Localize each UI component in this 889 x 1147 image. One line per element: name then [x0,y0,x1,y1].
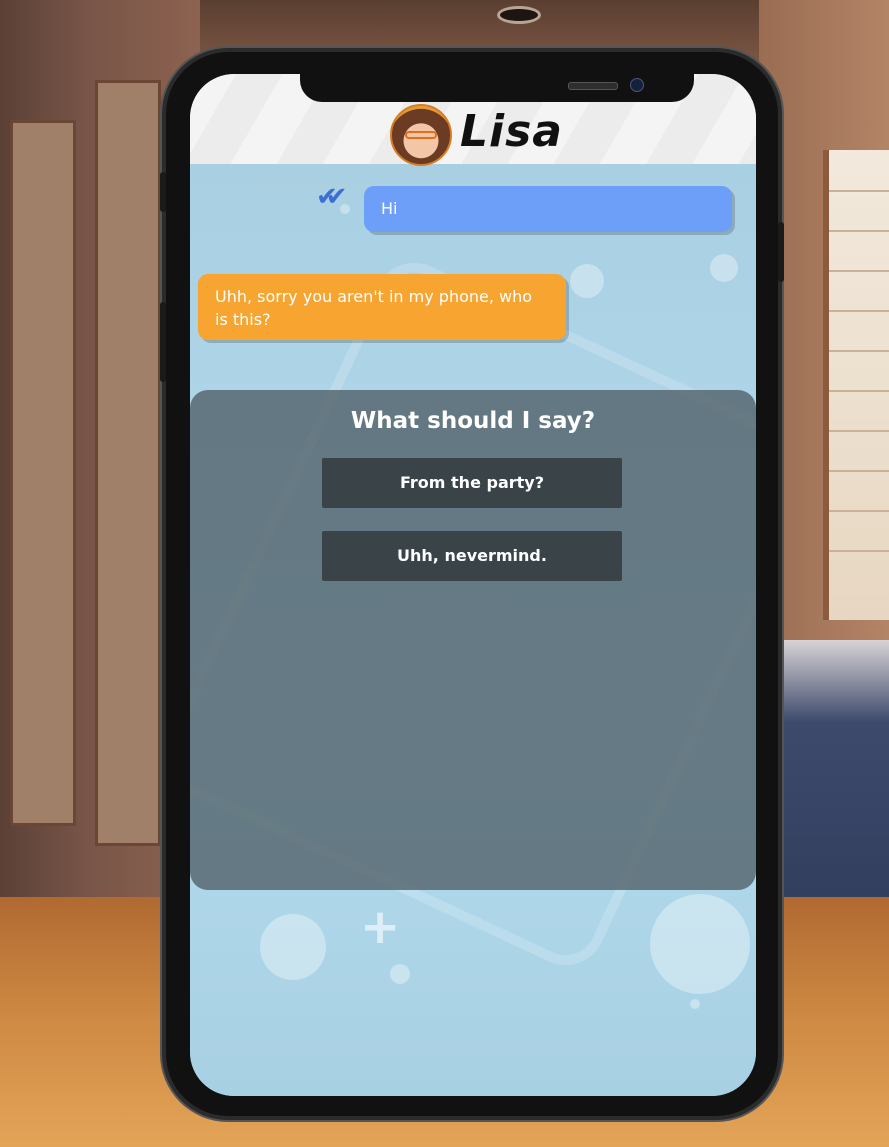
phone-notch [300,74,694,102]
chat-area: + ✔✔ Hi Uhh, sorry you aren't in my phon… [190,164,756,1096]
avatar-glasses [405,131,437,139]
decor-circle [690,999,700,1009]
phone-power-button [778,222,784,282]
choice-prompt: What should I say? [350,408,596,434]
message-text: Hi [381,199,398,218]
contact-name: Lisa [460,106,563,157]
phone-volume-button [160,302,166,382]
decor-circle [260,914,326,980]
phone-volume-button [160,172,166,212]
incoming-message-bubble: Uhh, sorry you aren't in my phone, who i… [198,274,566,340]
decor-circle [390,964,410,984]
choice-button-nevermind[interactable]: Uhh, nevermind. [322,531,622,581]
window-blinds [823,150,889,620]
decor-circle [570,264,604,298]
double-check-icon: ✔✔ [316,182,347,212]
speaker-grille [568,82,618,90]
reply-choice-panel: What should I say? From the party? Uhh, … [190,390,756,890]
message-text: Uhh, sorry you aren't in my phone, who i… [215,287,533,329]
front-camera [630,78,644,92]
sliding-door-panel [95,80,161,846]
phone-frame: Lisa + ✔✔ Hi Uhh, sorry you aren't in my… [160,52,784,1116]
phone-screen: Lisa + ✔✔ Hi Uhh, sorry you aren't in my… [190,74,756,1096]
contact-avatar [390,104,452,166]
decor-plus-icon: + [360,899,401,955]
decor-circle [340,204,350,214]
ceiling-light [500,9,538,21]
decor-circle [650,894,750,994]
decor-circle [710,254,738,282]
sliding-door-panel [10,120,76,826]
outgoing-message-bubble: Hi [364,186,732,232]
choice-button-from-the-party[interactable]: From the party? [322,458,622,508]
